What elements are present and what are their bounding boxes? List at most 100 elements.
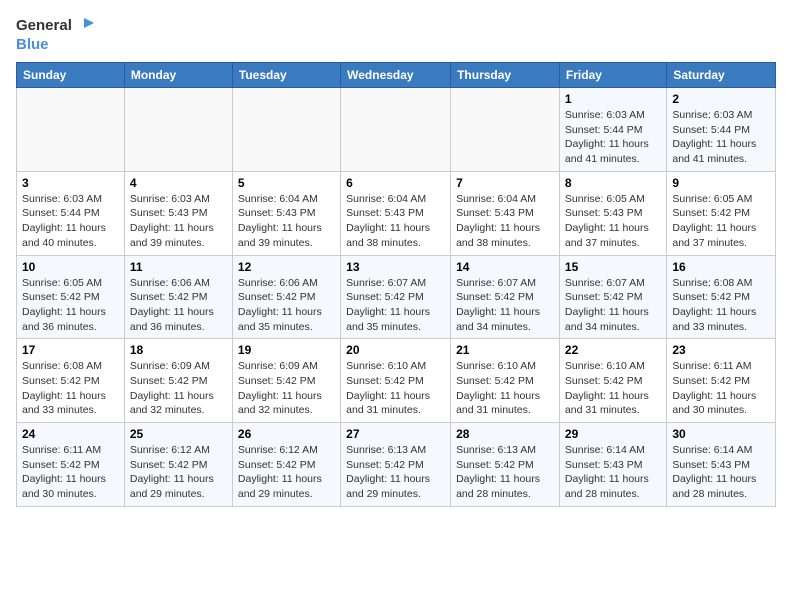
- calendar-table: SundayMondayTuesdayWednesdayThursdayFrid…: [16, 62, 776, 507]
- calendar-day-cell: 20 Sunrise: 6:10 AMSunset: 5:42 PMDayligh…: [341, 339, 451, 423]
- calendar-week-row: 24 Sunrise: 6:11 AMSunset: 5:42 PMDayligh…: [17, 423, 776, 507]
- day-info: Sunrise: 6:10 AMSunset: 5:42 PMDaylight:…: [565, 359, 661, 418]
- day-number: 19: [238, 343, 335, 357]
- day-info: Sunrise: 6:03 AMSunset: 5:44 PMDaylight:…: [565, 108, 661, 167]
- day-info: Sunrise: 6:06 AMSunset: 5:42 PMDaylight:…: [130, 276, 227, 335]
- calendar-day-cell: 5 Sunrise: 6:04 AMSunset: 5:43 PMDaylight…: [232, 171, 340, 255]
- calendar-day-cell: 30Sunrise: 6:14 AMSunset: 5:43 PMDayligh…: [667, 423, 776, 507]
- logo-blue-text: Blue: [16, 36, 94, 54]
- calendar-day-cell: 24 Sunrise: 6:11 AMSunset: 5:42 PMDayligh…: [17, 423, 125, 507]
- weekday-header-tuesday: Tuesday: [232, 63, 340, 88]
- day-info: Sunrise: 6:12 AMSunset: 5:42 PMDaylight:…: [238, 443, 335, 502]
- weekday-header-friday: Friday: [559, 63, 666, 88]
- day-number: 3: [22, 176, 119, 190]
- day-info: Sunrise: 6:09 AMSunset: 5:42 PMDaylight:…: [238, 359, 335, 418]
- day-number: 13: [346, 260, 445, 274]
- calendar-day-cell: 12Sunrise: 6:06 AMSunset: 5:42 PMDayligh…: [232, 255, 340, 339]
- calendar-day-cell: 25 Sunrise: 6:12 AMSunset: 5:42 PMDayligh…: [124, 423, 232, 507]
- day-info: Sunrise: 6:07 AMSunset: 5:42 PMDaylight:…: [565, 276, 661, 335]
- day-number: 7: [456, 176, 554, 190]
- day-info: Sunrise: 6:10 AMSunset: 5:42 PMDaylight:…: [456, 359, 554, 418]
- day-number: 30: [672, 427, 770, 441]
- day-number: 25: [130, 427, 227, 441]
- weekday-header-thursday: Thursday: [451, 63, 560, 88]
- calendar-day-cell: 10Sunrise: 6:05 AMSunset: 5:42 PMDayligh…: [17, 255, 125, 339]
- day-number: 15: [565, 260, 661, 274]
- day-number: 28: [456, 427, 554, 441]
- calendar-day-cell: 26Sunrise: 6:12 AMSunset: 5:42 PMDayligh…: [232, 423, 340, 507]
- day-info: Sunrise: 6:08 AMSunset: 5:42 PMDaylight:…: [22, 359, 119, 418]
- day-info: Sunrise: 6:13 AMSunset: 5:42 PMDaylight:…: [456, 443, 554, 502]
- day-number: 12: [238, 260, 335, 274]
- logo-wordmark: General Blue: [16, 16, 94, 54]
- day-number: 17: [22, 343, 119, 357]
- day-info: Sunrise: 6:05 AMSunset: 5:43 PMDaylight:…: [565, 192, 661, 251]
- day-number: 29: [565, 427, 661, 441]
- logo: General Blue: [16, 16, 94, 54]
- calendar-day-cell: 18Sunrise: 6:09 AMSunset: 5:42 PMDayligh…: [124, 339, 232, 423]
- day-number: 14: [456, 260, 554, 274]
- day-info: Sunrise: 6:07 AMSunset: 5:42 PMDaylight:…: [456, 276, 554, 335]
- calendar-day-cell: 21Sunrise: 6:10 AMSunset: 5:42 PMDayligh…: [451, 339, 560, 423]
- day-info: Sunrise: 6:14 AMSunset: 5:43 PMDaylight:…: [565, 443, 661, 502]
- day-number: 6: [346, 176, 445, 190]
- calendar-day-cell: 7Sunrise: 6:04 AMSunset: 5:43 PMDaylight…: [451, 171, 560, 255]
- calendar-day-cell: 27 Sunrise: 6:13 AMSunset: 5:42 PMDayligh…: [341, 423, 451, 507]
- day-number: 16: [672, 260, 770, 274]
- day-number: 22: [565, 343, 661, 357]
- calendar-day-cell: 3Sunrise: 6:03 AMSunset: 5:44 PMDaylight…: [17, 171, 125, 255]
- day-number: 2: [672, 92, 770, 106]
- weekday-header-sunday: Sunday: [17, 63, 125, 88]
- calendar-empty-cell: [451, 88, 560, 172]
- calendar-day-cell: 23Sunrise: 6:11 AMSunset: 5:42 PMDayligh…: [667, 339, 776, 423]
- day-info: Sunrise: 6:05 AMSunset: 5:42 PMDaylight:…: [22, 276, 119, 335]
- calendar-empty-cell: [124, 88, 232, 172]
- day-info: Sunrise: 6:03 AMSunset: 5:43 PMDaylight:…: [130, 192, 227, 251]
- day-number: 5: [238, 176, 335, 190]
- day-number: 1: [565, 92, 661, 106]
- day-number: 20: [346, 343, 445, 357]
- calendar-day-cell: 14 Sunrise: 6:07 AMSunset: 5:42 PMDayligh…: [451, 255, 560, 339]
- calendar-day-cell: 29 Sunrise: 6:14 AMSunset: 5:43 PMDayligh…: [559, 423, 666, 507]
- calendar-week-row: 10Sunrise: 6:05 AMSunset: 5:42 PMDayligh…: [17, 255, 776, 339]
- calendar-day-cell: 1 Sunrise: 6:03 AMSunset: 5:44 PMDaylight…: [559, 88, 666, 172]
- calendar-day-cell: 22 Sunrise: 6:10 AMSunset: 5:42 PMDayligh…: [559, 339, 666, 423]
- calendar-week-row: 3Sunrise: 6:03 AMSunset: 5:44 PMDaylight…: [17, 171, 776, 255]
- logo-flag-icon: [74, 16, 94, 36]
- day-info: Sunrise: 6:10 AMSunset: 5:42 PMDaylight:…: [346, 359, 445, 418]
- day-info: Sunrise: 6:08 AMSunset: 5:42 PMDaylight:…: [672, 276, 770, 335]
- header: General Blue: [16, 16, 776, 54]
- day-info: Sunrise: 6:12 AMSunset: 5:42 PMDaylight:…: [130, 443, 227, 502]
- day-info: Sunrise: 6:05 AMSunset: 5:42 PMDaylight:…: [672, 192, 770, 251]
- calendar-day-cell: 13 Sunrise: 6:07 AMSunset: 5:42 PMDayligh…: [341, 255, 451, 339]
- day-number: 27: [346, 427, 445, 441]
- day-info: Sunrise: 6:04 AMSunset: 5:43 PMDaylight:…: [238, 192, 335, 251]
- calendar-day-cell: 15 Sunrise: 6:07 AMSunset: 5:42 PMDayligh…: [559, 255, 666, 339]
- day-number: 24: [22, 427, 119, 441]
- weekday-header-saturday: Saturday: [667, 63, 776, 88]
- day-info: Sunrise: 6:07 AMSunset: 5:42 PMDaylight:…: [346, 276, 445, 335]
- calendar-week-row: 17 Sunrise: 6:08 AMSunset: 5:42 PMDayligh…: [17, 339, 776, 423]
- calendar-day-cell: 16 Sunrise: 6:08 AMSunset: 5:42 PMDayligh…: [667, 255, 776, 339]
- calendar-day-cell: 9 Sunrise: 6:05 AMSunset: 5:42 PMDaylight…: [667, 171, 776, 255]
- day-info: Sunrise: 6:11 AMSunset: 5:42 PMDaylight:…: [22, 443, 119, 502]
- calendar-empty-cell: [17, 88, 125, 172]
- day-number: 8: [565, 176, 661, 190]
- calendar-day-cell: 17 Sunrise: 6:08 AMSunset: 5:42 PMDayligh…: [17, 339, 125, 423]
- weekday-header-monday: Monday: [124, 63, 232, 88]
- calendar-day-cell: 28 Sunrise: 6:13 AMSunset: 5:42 PMDayligh…: [451, 423, 560, 507]
- calendar-day-cell: 4 Sunrise: 6:03 AMSunset: 5:43 PMDaylight…: [124, 171, 232, 255]
- day-number: 9: [672, 176, 770, 190]
- calendar-day-cell: 2Sunrise: 6:03 AMSunset: 5:44 PMDaylight…: [667, 88, 776, 172]
- calendar-empty-cell: [341, 88, 451, 172]
- weekday-header-wednesday: Wednesday: [341, 63, 451, 88]
- day-number: 4: [130, 176, 227, 190]
- calendar-day-cell: 11 Sunrise: 6:06 AMSunset: 5:42 PMDayligh…: [124, 255, 232, 339]
- calendar-header-row: SundayMondayTuesdayWednesdayThursdayFrid…: [17, 63, 776, 88]
- day-info: Sunrise: 6:11 AMSunset: 5:42 PMDaylight:…: [672, 359, 770, 418]
- logo-general-text: General: [16, 17, 72, 35]
- calendar-day-cell: 8 Sunrise: 6:05 AMSunset: 5:43 PMDaylight…: [559, 171, 666, 255]
- day-number: 11: [130, 260, 227, 274]
- calendar-week-row: 1 Sunrise: 6:03 AMSunset: 5:44 PMDaylight…: [17, 88, 776, 172]
- day-info: Sunrise: 6:13 AMSunset: 5:42 PMDaylight:…: [346, 443, 445, 502]
